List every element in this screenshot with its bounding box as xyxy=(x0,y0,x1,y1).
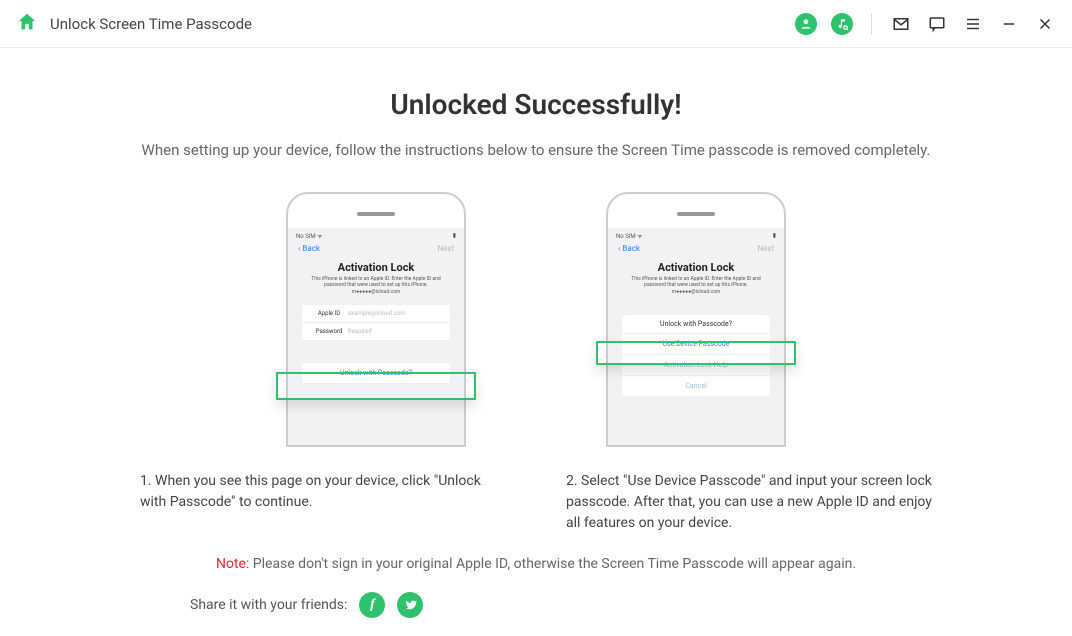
cancel-link: Cancel xyxy=(622,376,770,396)
share-row: Share it with your friends: f xyxy=(120,592,952,618)
share-twitter-button[interactable] xyxy=(397,592,423,618)
share-facebook-button[interactable]: f xyxy=(359,592,385,618)
phone-speaker xyxy=(357,212,395,216)
back-button: ‹ Back xyxy=(298,244,320,253)
instruction-steps: 1. When you see this page on your device… xyxy=(120,471,952,534)
unlock-passcode-link: Unlock with Passcode? xyxy=(302,363,450,384)
status-left: No SIM ᯤ xyxy=(296,232,323,240)
share-label: Share it with your friends: xyxy=(190,597,347,613)
feedback-icon[interactable] xyxy=(926,13,948,35)
separator xyxy=(871,13,872,35)
header-icons xyxy=(795,13,1056,35)
use-device-passcode-link: Use Device Passcode xyxy=(622,334,770,355)
menu-icon[interactable] xyxy=(962,13,984,35)
phone-screen: No SIM ᯤ ▮ ‹ Back Next Activation Lock T… xyxy=(608,228,784,447)
close-button[interactable] xyxy=(1034,13,1056,35)
note-label: Note: xyxy=(216,556,249,572)
appleid-row: Apple ID example@icloud.com xyxy=(302,305,450,323)
success-subtitle: When setting up your device, follow the … xyxy=(120,139,952,162)
popup-title: Unlock with Passcode? xyxy=(622,315,770,334)
phone-frame: No SIM ᯤ ▮ ‹ Back Next Activation Lock T… xyxy=(286,192,466,447)
page-title: Unlock Screen Time Passcode xyxy=(50,15,252,33)
password-row: Password Required xyxy=(302,323,450,341)
home-icon[interactable] xyxy=(16,11,38,37)
note-body: Please don't sign in your original Apple… xyxy=(249,556,856,572)
step-1-text: 1. When you see this page on your device… xyxy=(140,471,506,534)
status-right: ▮ xyxy=(453,232,456,240)
minimize-button[interactable] xyxy=(998,13,1020,35)
phone-step-1: No SIM ᯤ ▮ ‹ Back Next Activation Lock T… xyxy=(276,192,476,447)
back-button: ‹ Back xyxy=(618,244,640,253)
step-2-text: 2. Select "Use Device Passcode" and inpu… xyxy=(566,471,932,534)
phone-screen: No SIM ᯤ ▮ ‹ Back Next Activation Lock T… xyxy=(288,228,464,447)
activation-lock-title: Activation Lock xyxy=(292,261,460,274)
note-text: Note: Please don't sign in your original… xyxy=(120,556,952,572)
status-right: ▮ xyxy=(773,232,776,240)
mail-icon[interactable] xyxy=(890,13,912,35)
instruction-phones: No SIM ᯤ ▮ ‹ Back Next Activation Lock T… xyxy=(120,192,952,447)
main-content: Unlocked Successfully! When setting up y… xyxy=(0,48,1072,618)
next-button: Next xyxy=(757,244,774,253)
phone-step-2: No SIM ᯤ ▮ ‹ Back Next Activation Lock T… xyxy=(596,192,796,447)
music-search-icon[interactable] xyxy=(831,13,853,35)
success-title: Unlocked Successfully! xyxy=(120,88,952,121)
status-left: No SIM ᯤ xyxy=(616,232,643,240)
user-icon[interactable] xyxy=(795,13,817,35)
activation-lock-text: This iPhone is linked to an Apple ID. En… xyxy=(292,274,460,298)
activation-lock-text: This iPhone is linked to an Apple ID. En… xyxy=(612,274,780,298)
app-header: Unlock Screen Time Passcode xyxy=(0,0,1072,48)
phone-frame: No SIM ᯤ ▮ ‹ Back Next Activation Lock T… xyxy=(606,192,786,447)
activation-lock-title: Activation Lock xyxy=(612,261,780,274)
next-button: Next xyxy=(437,244,454,253)
phone-speaker xyxy=(677,212,715,216)
activation-lock-help-link: Activation Lock Help xyxy=(622,355,770,376)
